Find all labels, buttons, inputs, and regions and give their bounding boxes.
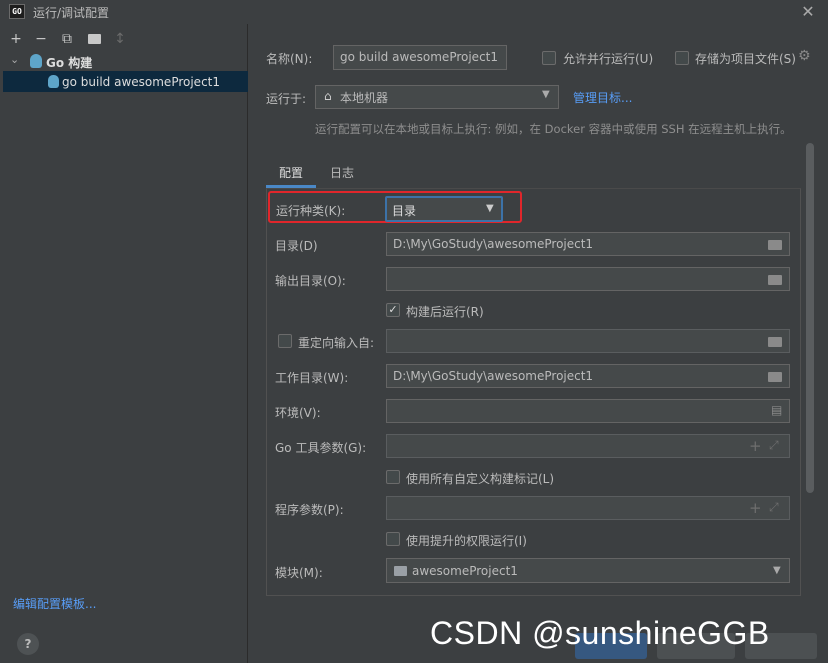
run-on-label: 运行于:: [266, 92, 307, 106]
expand-icon[interactable]: ⤢: [769, 438, 779, 453]
config-tree-panel: [0, 24, 248, 663]
gear-icon[interactable]: ⚙: [798, 48, 811, 64]
store-as-file-label: 存储为项目文件(S): [695, 52, 796, 66]
window-title: 运行/调试配置: [33, 6, 110, 20]
copy-icon[interactable]: ⧉: [58, 30, 76, 48]
tab-logs[interactable]: 日志: [330, 164, 354, 181]
dropdown-arrow-icon: ▼: [542, 89, 550, 100]
chevron-down-icon[interactable]: ⌄: [10, 53, 19, 66]
store-as-file-checkbox[interactable]: [675, 51, 689, 65]
home-icon: ⌂: [324, 89, 332, 103]
module-folder-icon: [394, 566, 407, 576]
output-dir-label: 输出目录(O):: [275, 274, 346, 288]
dropdown-arrow-icon: ▼: [773, 565, 781, 576]
program-args-input[interactable]: [386, 496, 790, 520]
folder-add-icon[interactable]: [85, 30, 103, 48]
manage-targets-link[interactable]: 管理目标...: [573, 89, 632, 106]
custom-tags-label: 使用所有自定义构建标记(L): [406, 472, 555, 486]
program-args-label: 程序参数(P):: [275, 503, 344, 517]
output-dir-input[interactable]: [386, 267, 790, 291]
run-kind-label: 运行种类(K):: [276, 204, 346, 218]
plus-icon[interactable]: +: [749, 499, 762, 517]
title-bar: [0, 0, 828, 24]
folder-icon[interactable]: [768, 372, 782, 382]
gopher-icon: [30, 54, 42, 68]
remove-icon[interactable]: −: [32, 30, 50, 48]
name-input[interactable]: go build awesomeProject1: [333, 45, 507, 70]
dropdown-arrow-icon: ▼: [486, 203, 494, 214]
document-icon[interactable]: ▤: [771, 403, 782, 417]
run-after-build-label: 构建后运行(R): [406, 305, 484, 319]
working-dir-label: 工作目录(W):: [275, 371, 349, 385]
module-label: 模块(M):: [275, 566, 323, 580]
directory-label: 目录(D): [275, 239, 318, 253]
working-dir-input[interactable]: D:\My\GoStudy\awesomeProject1: [386, 364, 790, 388]
folder-icon[interactable]: [768, 240, 782, 250]
tree-item-label[interactable]: go build awesomeProject1: [62, 75, 220, 89]
tab-configuration[interactable]: 配置: [279, 164, 303, 181]
plus-icon[interactable]: +: [749, 437, 762, 455]
redirect-input-field[interactable]: [386, 329, 790, 353]
elevated-label: 使用提升的权限运行(I): [406, 534, 527, 548]
sort-icon[interactable]: ↕: [111, 30, 129, 48]
redirect-input-checkbox[interactable]: [278, 334, 292, 348]
allow-parallel-checkbox[interactable]: [542, 51, 556, 65]
watermark: CSDN @sunshineGGB: [430, 615, 770, 651]
folder-icon[interactable]: [768, 275, 782, 285]
folder-icon[interactable]: [768, 337, 782, 347]
go-tool-args-label: Go 工具参数(G):: [275, 441, 367, 455]
environment-input[interactable]: [386, 399, 790, 423]
custom-tags-checkbox[interactable]: [386, 470, 400, 484]
redirect-input-label: 重定向输入自:: [298, 336, 375, 350]
scrollbar[interactable]: [806, 143, 814, 493]
run-on-value: 本地机器: [340, 91, 389, 105]
help-button[interactable]: ?: [17, 633, 39, 655]
goland-icon: GO: [9, 4, 25, 19]
elevated-checkbox[interactable]: [386, 532, 400, 546]
expand-icon[interactable]: ⤢: [769, 500, 779, 515]
run-target-hint: 运行配置可以在本地或目标上执行: 例如，在 Docker 容器中或使用 SSH …: [315, 122, 792, 136]
close-icon[interactable]: ✕: [798, 2, 818, 22]
gopher-icon: [48, 75, 59, 88]
name-label: 名称(N):: [266, 52, 313, 66]
module-value: awesomeProject1: [412, 564, 518, 578]
allow-parallel-label: 允许并行运行(U): [563, 52, 654, 66]
directory-input[interactable]: D:\My\GoStudy\awesomeProject1: [386, 232, 790, 256]
add-icon[interactable]: +: [7, 30, 25, 48]
environment-label: 环境(V):: [275, 406, 321, 420]
run-kind-value: 目录: [392, 204, 417, 218]
go-tool-args-input[interactable]: [386, 434, 790, 458]
edit-templates-link[interactable]: 编辑配置模板...: [13, 595, 96, 612]
run-after-build-checkbox[interactable]: ✓: [386, 303, 400, 317]
tree-group-go-build[interactable]: Go 构建: [46, 54, 92, 71]
